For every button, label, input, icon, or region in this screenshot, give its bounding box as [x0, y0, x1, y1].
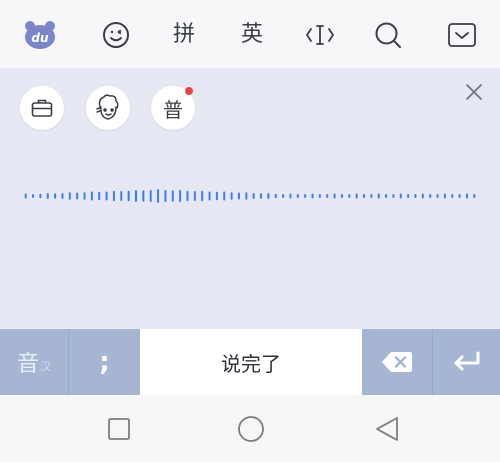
cursor-icon[interactable]	[304, 19, 336, 51]
waveform-bar	[83, 192, 86, 200]
waveform-bar	[377, 193, 380, 199]
waveform-bar	[296, 194, 299, 198]
language-switch-key[interactable]: 音 汉	[0, 329, 69, 395]
language-key-label: 音	[16, 352, 39, 377]
waveform-bar	[311, 193, 314, 199]
home-icon[interactable]	[236, 414, 266, 444]
waveform-bar	[414, 194, 417, 198]
waveform-bar	[333, 193, 336, 199]
waveform-bar	[215, 191, 218, 201]
back-icon[interactable]	[372, 414, 402, 444]
waveform-bar	[171, 190, 174, 202]
waveform-bar	[282, 193, 285, 199]
waveform-bar	[98, 191, 101, 201]
waveform-bar	[274, 193, 277, 199]
avatar-icon	[96, 94, 119, 120]
waveform-bar	[208, 191, 211, 201]
close-icon[interactable]	[460, 78, 488, 106]
waveform-bar	[230, 192, 233, 200]
waveform-bar	[54, 193, 57, 199]
waveform-bar	[451, 194, 454, 198]
enter-icon	[454, 351, 479, 371]
waveform-bar	[465, 193, 468, 199]
waveform-bar	[193, 191, 196, 201]
waveform-bar	[149, 190, 152, 202]
waveform-bar	[201, 190, 204, 202]
waveform-bar	[421, 193, 424, 199]
avatar-button[interactable]	[86, 86, 130, 130]
waveform-bar	[304, 194, 307, 198]
du-logo-icon[interactable]: du	[24, 19, 56, 51]
semicolon-key[interactable]: ;	[69, 329, 140, 395]
waveform-bar	[363, 194, 365, 198]
english-tab[interactable]: 英	[236, 19, 268, 51]
waveform-bar	[267, 192, 270, 200]
waveform-bar	[135, 190, 137, 202]
waveform-bar	[223, 191, 226, 201]
svg-text:du: du	[31, 31, 49, 45]
waveform-bar	[105, 191, 108, 201]
finish-speaking-button[interactable]: 说完了	[140, 329, 362, 395]
waveform-bar	[473, 194, 476, 198]
waveform-bar	[157, 189, 160, 203]
waveform-bar	[127, 190, 130, 202]
keyboard-toolbar: du 拼 英	[0, 0, 500, 69]
waveform-bar	[61, 192, 64, 200]
waveform-bar	[237, 192, 240, 200]
toolbox-button[interactable]	[20, 86, 64, 130]
system-navigation-bar	[0, 395, 500, 462]
waveform-bar	[289, 193, 292, 199]
collapse-keyboard-icon[interactable]	[446, 19, 478, 51]
waveform-bar	[458, 194, 461, 198]
waveform-bar	[112, 190, 115, 202]
search-icon[interactable]	[372, 19, 404, 51]
waveform-bar	[39, 193, 42, 199]
waveform-bar	[120, 191, 123, 201]
waveform-bar	[164, 190, 167, 202]
waveform-bar	[392, 194, 395, 198]
waveform-bar	[186, 190, 189, 202]
mandarin-label: 普	[163, 97, 183, 122]
emoji-icon[interactable]	[100, 19, 132, 51]
waveform-bar	[429, 194, 432, 198]
waveform-bar	[407, 194, 410, 198]
waveform-bar	[46, 192, 49, 200]
voice-key-row: 音 汉 ; 说完了	[0, 329, 500, 395]
waveform-bar	[245, 192, 248, 200]
waveform-bar	[318, 194, 321, 198]
waveform-bar	[24, 193, 27, 199]
waveform-bar	[68, 192, 71, 200]
waveform-bar	[142, 190, 145, 202]
mandarin-button[interactable]: 普	[151, 86, 195, 130]
waveform-bar	[436, 194, 439, 198]
notification-dot	[185, 87, 193, 95]
voice-waveform	[24, 189, 476, 203]
waveform-bar	[370, 194, 373, 198]
backspace-icon	[382, 352, 412, 372]
delete-key[interactable]	[362, 329, 433, 395]
waveform-bar	[326, 194, 329, 198]
voice-input-panel: 普	[0, 68, 500, 329]
pinyin-tab[interactable]: 拼	[168, 19, 200, 51]
waveform-bar	[260, 193, 263, 199]
enter-key[interactable]	[433, 329, 500, 395]
waveform-bar	[32, 193, 35, 199]
language-key-sub-label: 汉	[40, 360, 51, 373]
waveform-bar	[90, 191, 93, 201]
waveform-bar	[348, 194, 351, 198]
recent-apps-icon[interactable]	[104, 414, 134, 444]
waveform-bar	[252, 192, 255, 200]
waveform-bar	[355, 193, 358, 199]
briefcase-icon	[31, 99, 53, 117]
waveform-bar	[399, 193, 402, 199]
waveform-bar	[340, 194, 343, 198]
waveform-bar	[179, 190, 182, 202]
waveform-bar	[385, 194, 388, 198]
waveform-bar	[76, 192, 79, 200]
waveform-bar	[443, 193, 446, 199]
